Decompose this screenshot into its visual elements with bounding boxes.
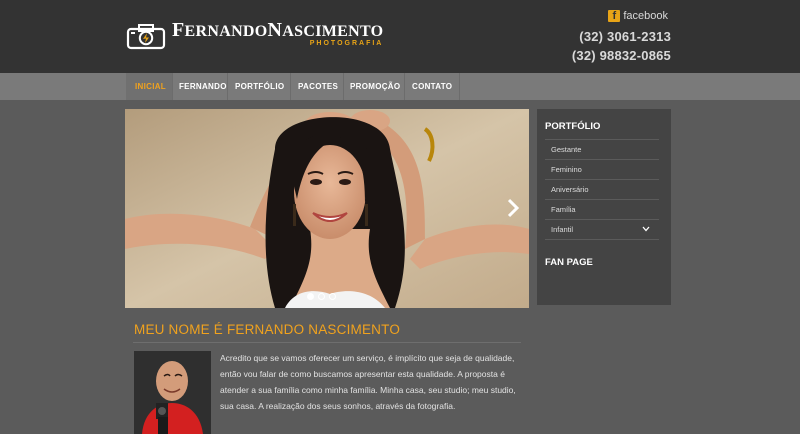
sidebar-item-familia[interactable]: Família — [545, 200, 659, 220]
divider — [133, 342, 521, 343]
about-text: Acredito que se vamos oferecer um serviç… — [220, 353, 516, 411]
chevron-right-icon[interactable] — [505, 197, 521, 219]
nav-item-portfolio[interactable]: PORTFÓLIO — [228, 73, 291, 100]
portfolio-list: Gestante Feminino Aniversário Família In… — [545, 139, 659, 240]
profile-photo — [134, 351, 211, 434]
sidebar-item-label: Infantil — [551, 225, 574, 234]
nav-item-pacotes[interactable]: PACOTES — [291, 73, 344, 100]
facebook-icon: f — [608, 10, 621, 22]
sidebar-fanpage-title: FAN PAGE — [545, 257, 593, 268]
facebook-label: facebook — [623, 10, 668, 22]
nav-item-inicial[interactable]: INICIAL — [126, 73, 173, 100]
phone-number-1: (32) 3061-2313 — [579, 29, 671, 44]
hero-slider[interactable] — [125, 109, 529, 308]
slider-dot[interactable] — [307, 293, 314, 300]
slider-dot[interactable] — [318, 293, 325, 300]
main-nav: INICIAL FERNANDO PORTFÓLIO PACOTES PROMO… — [0, 73, 800, 100]
sidebar: PORTFÓLIO Gestante Feminino Aniversário … — [537, 109, 671, 305]
phone-number-2: (32) 98832-0865 — [571, 48, 671, 63]
logo-subtitle: PHOTOGRAFIA — [309, 39, 384, 47]
slider-dot[interactable] — [329, 293, 336, 300]
hero-photo — [125, 109, 529, 308]
sidebar-portfolio-title: PORTFÓLIO — [545, 121, 601, 132]
site-header: FERNANDONASCIMENTO PHOTOGRAFIA f faceboo… — [0, 0, 800, 73]
chevron-down-icon[interactable] — [642, 225, 650, 233]
slider-dots — [307, 293, 336, 300]
camera-logo-icon — [126, 24, 166, 50]
site-logo[interactable]: FERNANDONASCIMENTO PHOTOGRAFIA — [126, 20, 383, 52]
sidebar-item-gestante[interactable]: Gestante — [545, 140, 659, 160]
facebook-link[interactable]: f facebook — [608, 10, 668, 22]
logo-wordmark: FERNANDONASCIMENTO — [172, 18, 384, 41]
nav-item-contato[interactable]: CONTATO — [405, 73, 460, 100]
sidebar-item-infantil[interactable]: Infantil — [545, 220, 659, 240]
nav-item-promocao[interactable]: PROMOÇÃO — [344, 73, 405, 100]
sidebar-item-feminino[interactable]: Feminino — [545, 160, 659, 180]
sidebar-item-aniversario[interactable]: Aniversário — [545, 180, 659, 200]
about-title: MEU NOME É FERNANDO NASCIMENTO — [134, 322, 401, 337]
nav-item-fernando[interactable]: FERNANDO — [173, 73, 228, 100]
